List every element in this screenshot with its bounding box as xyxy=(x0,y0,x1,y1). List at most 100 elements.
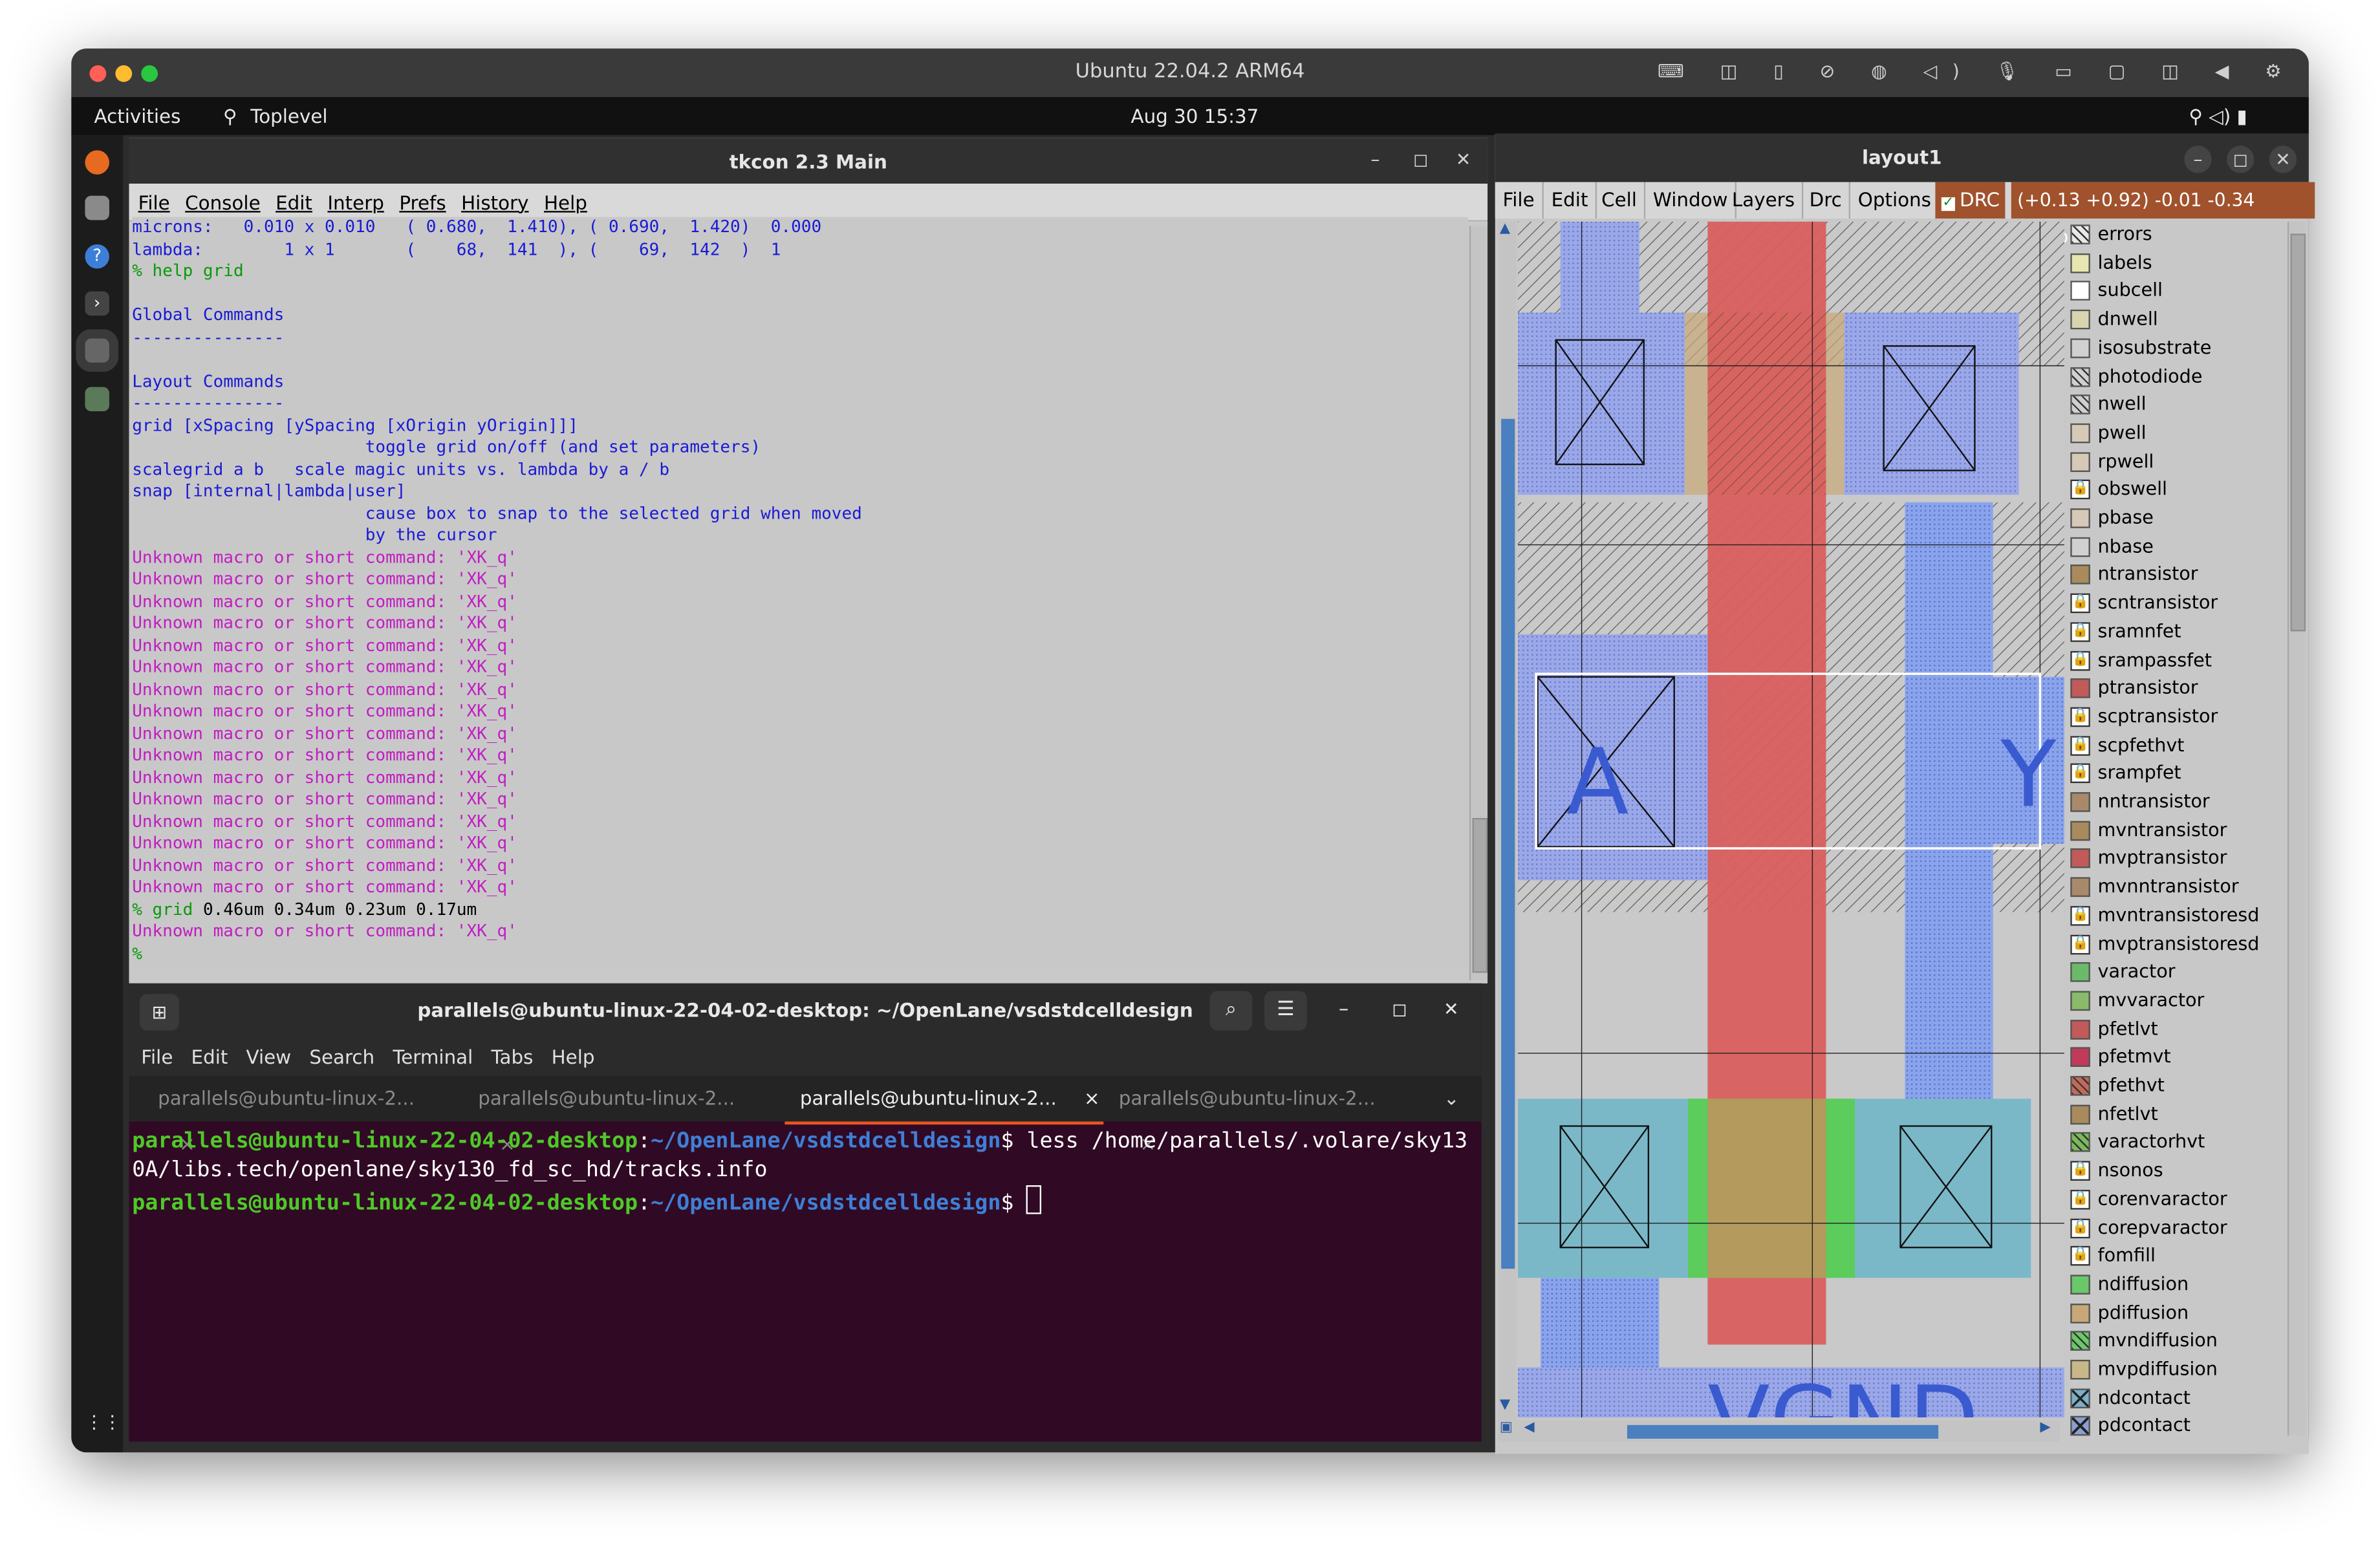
layer-item-pbase[interactable]: pbase xyxy=(2068,506,2288,534)
vm-toolbar-icons[interactable]: ⌨ ◫ ▯ ⊘ ◍ ◁) 🎙 ▭ ▢ ◫ ◀ ⚙ xyxy=(1658,61,2297,82)
terminal-menu-view[interactable]: View xyxy=(246,1046,292,1068)
terminal-tab-4[interactable]: parallels@ubuntu-linux-2... × xyxy=(1119,1076,1407,1155)
terminal-menu-tabs[interactable]: Tabs xyxy=(491,1046,533,1068)
layers-scrollbar[interactable] xyxy=(2287,221,2306,1436)
layer-item-nntransistor[interactable]: nntransistor xyxy=(2068,789,2288,817)
help-icon[interactable]: ? xyxy=(85,244,109,269)
scroll-right-icon[interactable]: ▶ xyxy=(2040,1421,2050,1435)
layer-item-mvptransistor[interactable]: mvptransistor xyxy=(2068,846,2288,874)
layer-item-ndcontact[interactable]: ndcontact xyxy=(2068,1385,2288,1414)
layout-vscroll[interactable]: ▲ ▼ xyxy=(1498,221,1517,1436)
layer-item-obswell[interactable]: 🔒 obswell xyxy=(2068,477,2288,506)
layer-item-rpwell[interactable]: rpwell xyxy=(2068,449,2288,477)
terminal-tab-1[interactable]: parallels@ubuntu-linux-2... × xyxy=(158,1076,446,1155)
layer-item-nwell[interactable]: nwell xyxy=(2068,392,2288,420)
layer-item-nbase[interactable]: nbase xyxy=(2068,533,2288,562)
layer-item-mvpdiffusion[interactable]: mvpdiffusion xyxy=(2068,1357,2288,1385)
minimize-icon[interactable]: – xyxy=(2184,145,2212,173)
trash-icon[interactable] xyxy=(85,387,109,412)
layer-item-scpfethvt[interactable]: 🔒 scpfethvt xyxy=(2068,733,2288,761)
layer-item-pfethvt[interactable]: pfethvt xyxy=(2068,1073,2288,1101)
maximize-icon[interactable]: ◻ xyxy=(1392,998,1407,1020)
layer-item-nsonos[interactable]: 🔒 nsonos xyxy=(2068,1158,2288,1187)
scroll-down-icon[interactable]: ▼ xyxy=(1500,1398,1515,1416)
menu-window[interactable]: Window xyxy=(1645,182,1737,219)
layer-item-dnwell[interactable]: dnwell xyxy=(2068,306,2288,335)
layer-item-fomfill[interactable]: 🔒 fomfill xyxy=(2068,1243,2288,1272)
layer-item-scntransistor[interactable]: 🔒 scntransistor xyxy=(2068,590,2288,619)
terminal-menu-file[interactable]: File xyxy=(141,1046,173,1068)
layer-item-isosubstrate[interactable]: isosubstrate xyxy=(2068,335,2288,363)
zoom-box-icon[interactable]: ▣ xyxy=(1500,1421,1513,1435)
minimize-icon[interactable]: – xyxy=(1339,998,1348,1021)
tkcon-menu-console[interactable]: Console xyxy=(185,191,260,214)
tkcon-menu-file[interactable]: File xyxy=(138,191,170,214)
show-apps-icon[interactable]: ⋮⋮ xyxy=(85,1410,121,1434)
clock[interactable]: Aug 30 15:37 xyxy=(1131,105,1259,127)
layer-item-pdcontact[interactable]: pdcontact xyxy=(2068,1414,2288,1442)
vscroll-thumb[interactable] xyxy=(1501,418,1515,1269)
close-icon[interactable]: ✕ xyxy=(2269,145,2297,173)
layer-item-pdiffusion[interactable]: pdiffusion xyxy=(2068,1300,2288,1328)
tkcon-menu-interp[interactable]: Interp xyxy=(327,191,384,214)
layer-item-subcell[interactable]: subcell xyxy=(2068,278,2288,306)
terminal-menu-edit[interactable]: Edit xyxy=(191,1046,228,1068)
layer-item-mvndiffusion[interactable]: mvndiffusion xyxy=(2068,1328,2288,1357)
close-tab-icon[interactable]: × xyxy=(1084,1086,1100,1109)
layer-item-scptransistor[interactable]: 🔒 scptransistor xyxy=(2068,704,2288,733)
menu-cell[interactable]: Cell xyxy=(1594,182,1647,219)
terminal-output[interactable]: parallels@ubuntu-linux-22-04-02-desktop:… xyxy=(132,1128,1481,1431)
layer-item-corepvaractor[interactable]: 🔒 corepvaractor xyxy=(2068,1215,2288,1243)
tabs-dropdown-icon[interactable]: ⌄ xyxy=(1444,1076,1474,1121)
close-icon[interactable]: ✕ xyxy=(1456,149,1471,170)
layout-hscroll[interactable]: ▣ ◀ ▶ xyxy=(1498,1420,2060,1442)
terminal-menu-terminal[interactable]: Terminal xyxy=(393,1046,473,1068)
layer-item-srampfet[interactable]: 🔒 srampfet xyxy=(2068,761,2288,790)
layer-item-nfetlvt[interactable]: nfetlvt xyxy=(2068,1101,2288,1130)
layer-item-varactorhvt[interactable]: varactorhvt xyxy=(2068,1130,2288,1158)
layer-item-pfetlvt[interactable]: pfetlvt xyxy=(2068,1016,2288,1045)
layer-item-errors[interactable]: errors xyxy=(2068,222,2288,250)
maximize-icon[interactable]: ◻ xyxy=(2227,145,2255,173)
layer-item-photodiode[interactable]: photodiode xyxy=(2068,363,2288,392)
scroll-up-icon[interactable]: ▲ xyxy=(1500,222,1515,240)
layer-item-sramnfet[interactable]: 🔒 sramnfet xyxy=(2068,619,2288,647)
menu-edit[interactable]: Edit xyxy=(1544,182,1597,219)
maximize-icon[interactable]: ◻ xyxy=(1413,149,1428,170)
menu-drc[interactable]: Drc xyxy=(1802,182,1851,219)
tkcon-scrollbar[interactable] xyxy=(1469,226,1488,981)
layer-item-ndiffusion[interactable]: ndiffusion xyxy=(2068,1272,2288,1300)
layer-item-pfetmvt[interactable]: pfetmvt xyxy=(2068,1044,2288,1073)
scroll-left-icon[interactable]: ◀ xyxy=(1524,1421,1534,1435)
search-icon[interactable]: ⌕ xyxy=(1209,991,1253,1031)
layer-item-mvnntransistor[interactable]: mvnntransistor xyxy=(2068,874,2288,903)
terminal-icon[interactable]: › xyxy=(85,291,109,316)
scroll-thumb[interactable] xyxy=(1472,818,1488,973)
magic-icon[interactable] xyxy=(76,329,119,372)
menu-options[interactable]: Options xyxy=(1850,182,1941,219)
layer-item-mvntransistor[interactable]: mvntransistor xyxy=(2068,817,2288,846)
layer-item-pwell[interactable]: pwell xyxy=(2068,420,2288,449)
scroll-thumb[interactable] xyxy=(2290,233,2306,632)
firefox-icon[interactable] xyxy=(85,150,109,175)
menu-file[interactable]: File xyxy=(1495,182,1544,219)
app-menu[interactable]: Toplevel xyxy=(250,105,327,127)
layer-item-labels[interactable]: labels xyxy=(2068,250,2288,279)
minimize-icon[interactable]: – xyxy=(1370,149,1379,170)
terminal-menu-help[interactable]: Help xyxy=(552,1046,595,1068)
terminal-tab-3[interactable]: parallels@ubuntu-linux-2... × xyxy=(784,1076,1104,1125)
terminal-menu-search[interactable]: Search xyxy=(309,1046,374,1068)
tkcon-menu-help[interactable]: Help xyxy=(544,191,587,214)
system-tray[interactable]: ⚲ ◁) ▮ xyxy=(2189,105,2247,127)
layer-item-mvntransistoresd[interactable]: 🔒 mvntransistoresd xyxy=(2068,903,2288,931)
tkcon-console[interactable]: microns: 0.010 x 0.010 ( 0.680, 1.410), … xyxy=(132,217,1468,969)
drc-toggle[interactable]: ✓ DRC xyxy=(1935,182,2006,219)
layer-item-srampassfet[interactable]: 🔒 srampassfet xyxy=(2068,647,2288,676)
app-menu-icon[interactable]: ⚲ xyxy=(223,105,237,127)
tkcon-menu-prefs[interactable]: Prefs xyxy=(399,191,446,214)
layer-item-ntransistor[interactable]: ntransistor xyxy=(2068,562,2288,590)
layout-canvas[interactable]: A Y VGND xyxy=(1518,221,2064,1418)
terminal-tab-2[interactable]: parallels@ubuntu-linux-2... × xyxy=(478,1076,766,1155)
close-icon[interactable]: ✕ xyxy=(1444,998,1459,1020)
layer-item-varactor[interactable]: varactor xyxy=(2068,960,2288,988)
